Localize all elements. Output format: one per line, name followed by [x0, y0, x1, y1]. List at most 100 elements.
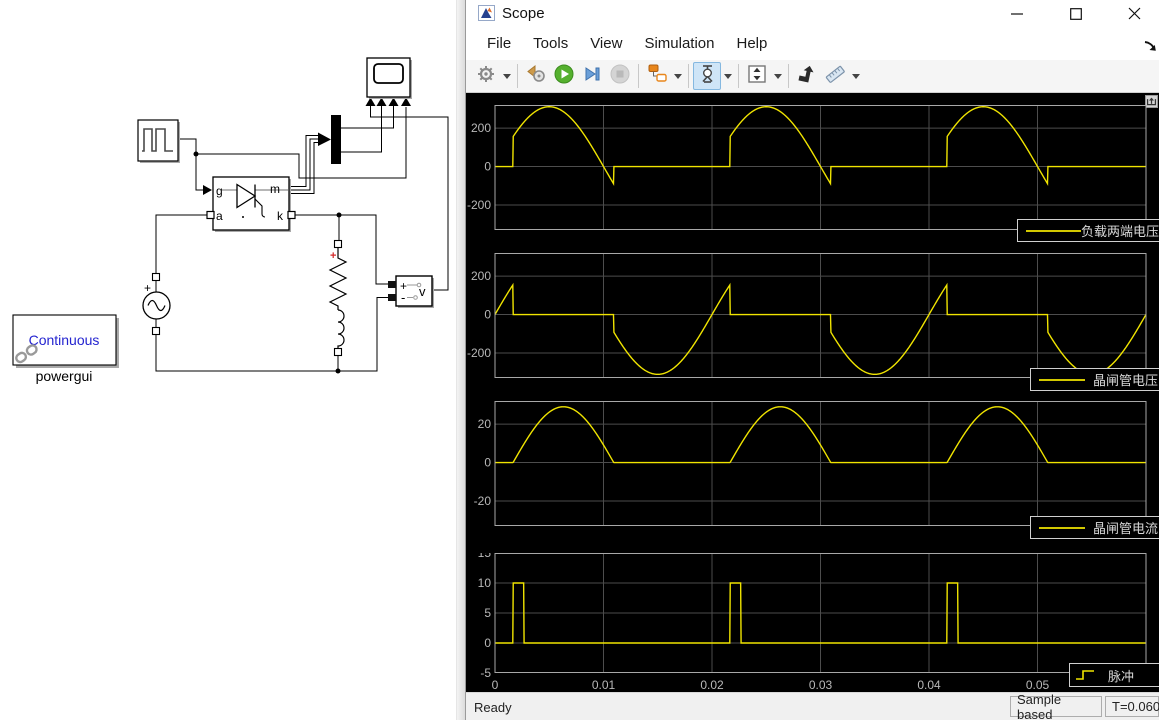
demux-block[interactable] [331, 115, 341, 164]
y-tick-label: -200 [467, 198, 491, 212]
port-square [153, 328, 160, 335]
legend-line-sample [1031, 372, 1093, 388]
y-tick-label: -20 [474, 494, 492, 508]
legend-plot-2[interactable]: 晶闸管电压 [1030, 368, 1159, 391]
legend-plot-1[interactable]: 负载两端电压 [1017, 219, 1159, 242]
measurements-icon [824, 64, 846, 89]
fit-to-view-dropdown[interactable] [771, 63, 784, 89]
source-plus-label: + [144, 281, 151, 295]
scope-block[interactable] [367, 58, 412, 99]
x-tick-label: 0 [492, 678, 499, 692]
step-forward-icon [582, 64, 602, 89]
pulse-generator-block[interactable] [138, 120, 180, 163]
rl-plus-label: + [330, 250, 336, 262]
thyristor-block[interactable]: g m a k [207, 177, 295, 232]
maximize-button[interactable] [1061, 2, 1091, 25]
x-tick-label: 0.03 [809, 678, 833, 692]
port-square [335, 349, 342, 356]
close-icon [1128, 7, 1141, 20]
settings-gear-button[interactable] [472, 62, 500, 90]
chevron-down-icon [852, 74, 860, 79]
x-tick-label: 0.04 [917, 678, 941, 692]
wire [371, 106, 449, 290]
port-square [207, 212, 214, 219]
maximize-icon [1070, 8, 1082, 20]
menu-item-simulation[interactable]: Simulation [633, 31, 725, 56]
trigger-icon [797, 64, 818, 89]
wire-junction [337, 213, 342, 218]
close-button[interactable] [1119, 2, 1149, 25]
measurements-dropdown[interactable] [849, 63, 862, 89]
scope-app-icon [478, 5, 495, 21]
toolbar-separator [688, 64, 689, 88]
toolbar-separator [738, 64, 739, 88]
y-tick-label: 5 [484, 606, 491, 620]
y-tick-label: 20 [478, 417, 492, 431]
wire [196, 154, 203, 190]
minimize-button[interactable] [1002, 2, 1032, 25]
y-tick-label: 0 [484, 456, 491, 470]
inductor-icon [338, 310, 344, 349]
highlight-block-button[interactable] [643, 62, 671, 90]
scale-y-axis-dropdown[interactable] [721, 63, 734, 89]
legend-label: 晶闸管电压 [1093, 370, 1158, 389]
measurements-button[interactable] [821, 62, 849, 90]
wire [156, 215, 207, 274]
scope-plot-1: 200 0 -200 [466, 105, 1159, 232]
powergui-block[interactable]: Continuous powergui [13, 315, 119, 384]
legend-plot-3[interactable]: 晶闸管电流 [1030, 516, 1159, 539]
chevron-down-icon [503, 74, 511, 79]
scope-window: Scope FileToolsViewSimulationHelp [465, 0, 1159, 720]
fit-to-view-button[interactable] [743, 62, 771, 90]
arrowhead [318, 133, 331, 147]
run-button[interactable] [550, 62, 578, 90]
titlebar[interactable]: Scope [466, 0, 1159, 27]
port-square [388, 281, 396, 288]
y-tick-label: 200 [471, 121, 491, 135]
y-tick-label: 10 [478, 576, 492, 590]
wire [341, 106, 382, 152]
scale-y-axis-button[interactable] [693, 62, 721, 90]
settings-gear-dropdown[interactable] [500, 63, 513, 89]
port-square [388, 294, 396, 301]
chevron-down-icon [724, 74, 732, 79]
legend-label: 晶闸管电流 [1093, 518, 1158, 537]
step-forward-button[interactable] [578, 62, 606, 90]
stop-button [606, 62, 634, 90]
chevron-down-icon [774, 74, 782, 79]
simulate-rewind-button[interactable] [522, 62, 550, 90]
voltage-measurement-block[interactable]: + - v [388, 276, 434, 308]
ac-voltage-source-block[interactable]: + [143, 274, 170, 335]
y-tick-label: 15 [478, 553, 492, 560]
y-tick-label: -200 [467, 346, 491, 360]
legend-plot-4[interactable]: 脉冲 [1069, 663, 1159, 687]
legend-line-sample [1031, 520, 1093, 536]
menu-item-view[interactable]: View [579, 31, 633, 56]
menu-item-tools[interactable]: Tools [522, 31, 579, 56]
wire-bundle [289, 143, 318, 194]
sim-time-cell: T=0.060 [1105, 696, 1159, 717]
legend-stair-sample [1070, 667, 1108, 683]
sample-mode-cell: Sample based [1010, 696, 1102, 717]
rl-branch-block[interactable]: + [330, 241, 346, 356]
trigger-button[interactable] [793, 62, 821, 90]
legend-line-sample [1018, 223, 1081, 239]
highlight-block-dropdown[interactable] [671, 63, 684, 89]
window-title: Scope [502, 5, 545, 22]
simulate-rewind-icon [526, 64, 547, 89]
menu-item-help[interactable]: Help [726, 31, 779, 56]
scope-plot-4: 151050-500.010.020.030.040.05 [466, 553, 1159, 692]
powergui-mode-text: Continuous [29, 332, 100, 348]
menu-overflow-icon[interactable] [1143, 40, 1157, 52]
wire [156, 298, 388, 372]
scale-y-axis-icon [698, 64, 717, 89]
y-tick-label: 0 [484, 636, 491, 650]
menu-item-file[interactable]: File [476, 31, 522, 56]
legend-label: 脉冲 [1108, 666, 1134, 685]
wire [196, 107, 406, 178]
y-tick-label: 0 [484, 160, 491, 174]
port-square [288, 212, 295, 219]
menubar: FileToolsViewSimulationHelp [466, 27, 1159, 60]
chevron-down-icon [674, 74, 682, 79]
thyristor-port-k-label: k [277, 209, 284, 223]
